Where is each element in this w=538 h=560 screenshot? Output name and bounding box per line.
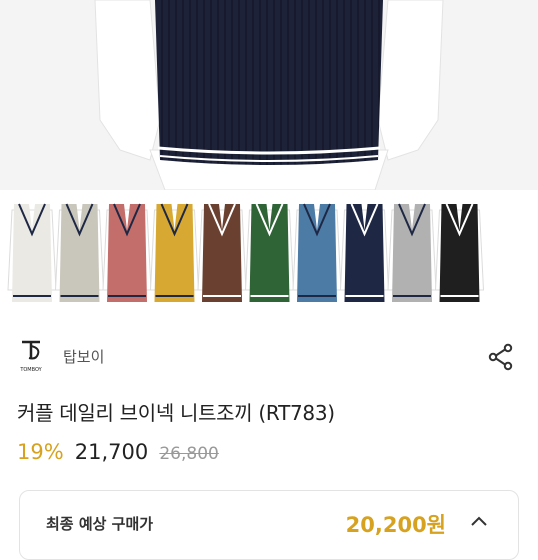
share-icon[interactable] [486,342,516,372]
brand-row: TOMBOY 탑보이 [0,338,538,378]
final-price-toggle[interactable]: 최종 예상 구매가 20,200원 [19,490,519,560]
price-row: 19% 21,700 26,800 [17,440,219,470]
color-swatch-5[interactable] [197,203,247,302]
brand-logo[interactable]: TOMBOY [16,338,46,376]
color-swatch-1[interactable] [7,203,57,302]
chevron-up-icon [471,516,487,526]
svg-text:TOMBOY: TOMBOY [19,367,42,373]
brand-name[interactable]: 탑보이 [63,346,104,367]
original-price: 26,800 [159,444,219,464]
color-swatch-7[interactable] [292,203,342,302]
color-swatch-8[interactable] [339,203,390,302]
color-swatch-10[interactable] [434,203,485,302]
sale-price: 21,700 [74,440,149,464]
color-swatch-3[interactable] [102,203,152,302]
color-swatch-2[interactable] [54,203,105,302]
discount-rate: 19% [17,440,64,464]
color-swatch-4[interactable] [149,203,200,302]
final-price-value: 20,200원 [345,513,446,537]
color-swatch-6[interactable] [244,203,295,302]
product-title: 커플 데일리 브이넥 니트조끼 (RT783) [17,401,335,425]
color-swatch-strip [0,190,538,315]
color-swatch-9[interactable] [387,203,437,302]
product-main-image[interactable] [0,0,538,190]
final-price-label: 최종 예상 구매가 [46,515,154,533]
